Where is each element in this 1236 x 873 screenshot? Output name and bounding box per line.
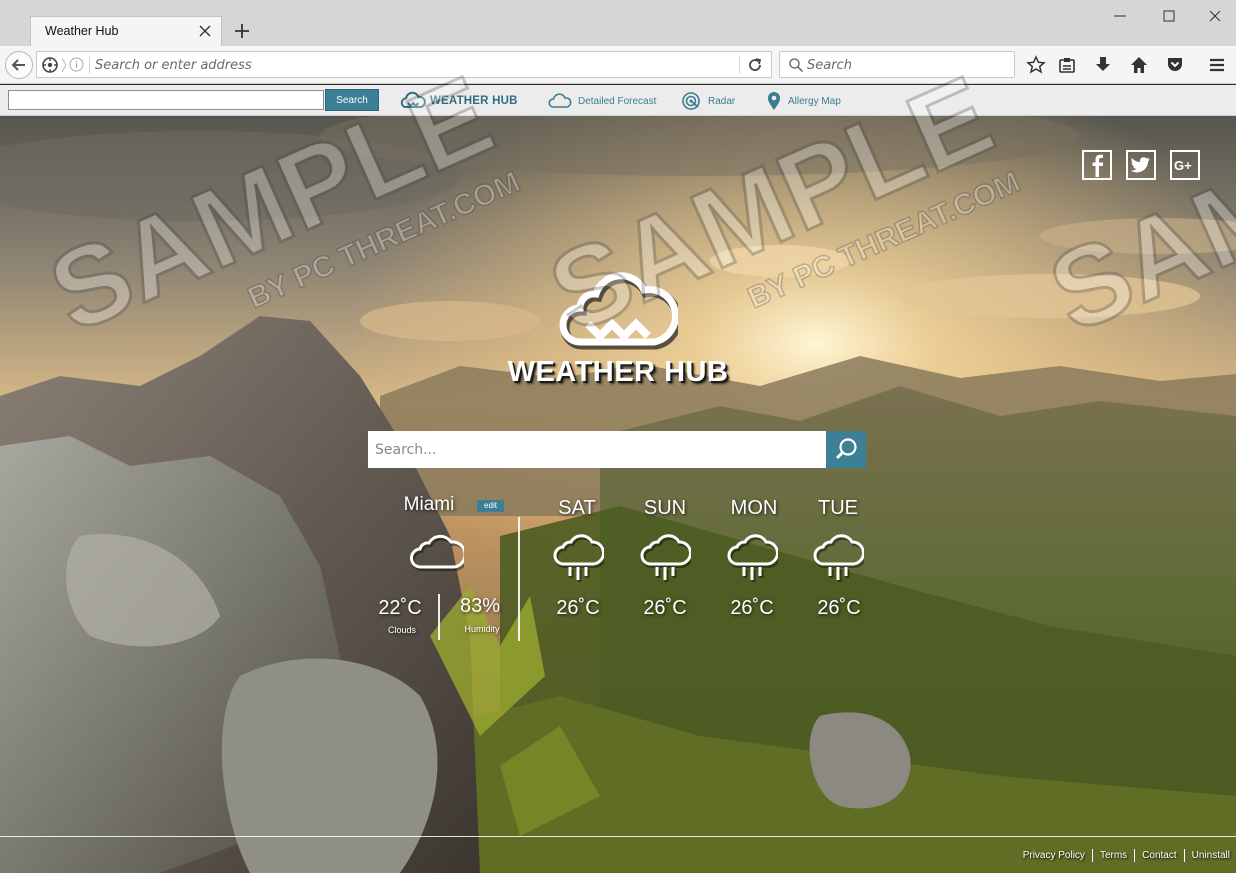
edit-city-button[interactable]: edit [477, 500, 504, 512]
forecast-temperature: 26˚C [817, 597, 861, 619]
main-search-input[interactable] [368, 431, 826, 468]
hamburger-menu-icon[interactable] [1207, 55, 1227, 75]
reload-icon[interactable] [747, 57, 763, 73]
info-icon[interactable] [69, 57, 84, 72]
map-pin-icon [768, 92, 780, 110]
toolbar-link-label: Detailed Forecast [578, 95, 657, 107]
forecast-day: SUN [643, 497, 687, 519]
cloud-icon [548, 93, 572, 108]
forecast-day: MON [730, 497, 778, 519]
toolbar-link-detailed-forecast[interactable]: Detailed Forecast [548, 90, 656, 112]
logo-title: WEATHER HUB [507, 356, 729, 388]
url-input[interactable] [95, 54, 735, 76]
browser-search-bar[interactable] [779, 51, 1015, 78]
tab-title: Weather Hub [45, 24, 119, 38]
browser-search-input[interactable] [807, 54, 1007, 76]
footer-link-privacy-policy[interactable]: Privacy Policy [1016, 850, 1092, 861]
minimize-icon[interactable] [1110, 6, 1130, 26]
weather-hub-logo-icon [400, 91, 426, 108]
toolbar-brand[interactable]: WEATHER HUB [400, 90, 518, 112]
radar-icon [682, 92, 700, 110]
twitter-button[interactable] [1126, 150, 1156, 180]
toolbar-link-label: Allergy Map [788, 95, 841, 107]
rain-cloud-icon [553, 534, 604, 582]
url-bar[interactable] [36, 51, 772, 78]
svg-text:G+: G+ [1174, 158, 1192, 173]
bookmark-star-icon[interactable] [1026, 55, 1046, 75]
forecast-day: TUE [818, 497, 858, 519]
toolbar-search-input[interactable] [8, 90, 324, 110]
cloud-icon [410, 534, 464, 571]
forecast-temperature: 26˚C [643, 597, 687, 619]
current-temperature: 22˚C [378, 597, 422, 619]
landscape-background-image [0, 116, 1236, 873]
rain-cloud-icon [813, 534, 864, 582]
google-plus-button[interactable]: G+ [1170, 150, 1200, 180]
forecast-temperature: 26˚C [556, 597, 600, 619]
footer-divider [0, 836, 1236, 837]
facebook-icon [1082, 150, 1112, 180]
reload-separator [739, 56, 740, 74]
pocket-icon[interactable] [1165, 55, 1185, 75]
rain-cloud-icon [640, 534, 691, 582]
forecast-temperature: 26˚C [730, 597, 774, 619]
rain-cloud-icon [727, 534, 778, 582]
tab-weather-hub[interactable]: Weather Hub [30, 16, 222, 46]
search-icon [789, 58, 804, 73]
home-icon[interactable] [1129, 55, 1149, 75]
back-button[interactable] [5, 51, 33, 79]
toolbar-link-radar[interactable]: Radar [680, 90, 735, 112]
footer-link-terms[interactable]: Terms [1093, 850, 1134, 861]
weather-divider [438, 594, 440, 640]
url-separator [89, 56, 90, 74]
chevron-right-icon [61, 57, 67, 73]
forecast-divider [518, 517, 520, 641]
tab-close-icon[interactable] [197, 23, 213, 39]
bookmarks-library-icon[interactable] [1057, 55, 1077, 75]
humidity-label: Humidity [464, 624, 500, 634]
footer-links: Privacy Policy Terms Contact Uninstall [1016, 849, 1230, 862]
toolbar-link-allergy-map[interactable]: Allergy Map [766, 90, 841, 112]
city-name: Miami [403, 494, 455, 515]
extension-toolbar: Search WEATHER HUB Detailed Forecast Rad… [0, 85, 1236, 116]
close-window-icon[interactable] [1205, 6, 1225, 26]
weather-hub-logo: WEATHER HUB [500, 262, 736, 394]
download-icon[interactable] [1093, 55, 1113, 75]
title-bar: Weather Hub [0, 0, 1236, 46]
forecast-day: SAT [558, 497, 596, 519]
site-identity-icon[interactable] [41, 56, 59, 74]
current-condition: Clouds [387, 625, 416, 635]
navigation-bar [0, 46, 1236, 84]
toolbar-brand-label: WEATHER HUB [430, 95, 518, 107]
new-tab-icon[interactable] [232, 21, 252, 41]
maximize-icon[interactable] [1159, 6, 1179, 26]
current-humidity: 83% [459, 595, 501, 617]
twitter-icon [1126, 150, 1156, 180]
search-icon [835, 438, 857, 460]
facebook-button[interactable] [1082, 150, 1112, 180]
back-arrow-icon [11, 59, 25, 71]
main-search-button[interactable] [826, 431, 866, 468]
hero-background: G+ [0, 116, 1236, 873]
toolbar-search-button[interactable]: Search [325, 89, 379, 111]
google-plus-icon: G+ [1170, 150, 1200, 180]
toolbar-link-label: Radar [708, 95, 736, 107]
footer-link-uninstall[interactable]: Uninstall [1185, 850, 1230, 861]
weather-hub-cloud-logo-icon [559, 272, 678, 350]
footer-link-contact[interactable]: Contact [1135, 850, 1183, 861]
